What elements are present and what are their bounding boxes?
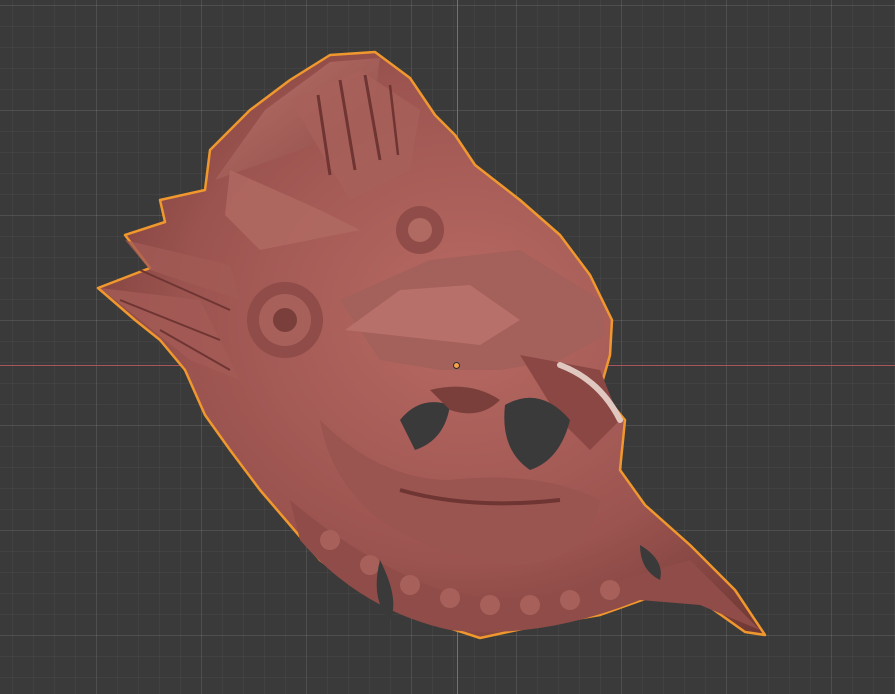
object-origin-icon[interactable] (453, 362, 460, 369)
mask-mesh[interactable] (0, 0, 895, 694)
3d-viewport[interactable] (0, 0, 895, 694)
